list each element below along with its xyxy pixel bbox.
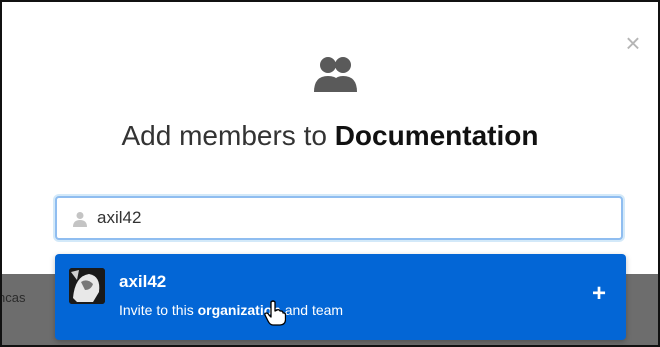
- suggestion-sub-prefix: Invite to this: [119, 302, 198, 318]
- team-name: Documentation: [334, 120, 539, 151]
- add-members-dialog: × Add members to Documentation: [2, 2, 658, 274]
- backdrop-partial-text: ncas: [0, 290, 26, 305]
- suggestion-username: axil42: [119, 272, 167, 291]
- suggestion-item[interactable]: axil42 Invite to this organization and t…: [55, 254, 626, 340]
- close-icon[interactable]: ×: [622, 30, 644, 56]
- suggestion-sub-suffix: and team: [280, 302, 344, 318]
- member-search-input[interactable]: [97, 204, 597, 232]
- user-avatar: [69, 268, 105, 304]
- people-icon: [314, 57, 357, 92]
- dialog-title: Add members to Documentation: [2, 120, 658, 152]
- member-search-field[interactable]: [55, 196, 623, 240]
- suggestion-description: Invite to this organization and team: [119, 302, 343, 318]
- hand-cursor-icon: [264, 300, 286, 326]
- screenshot-frame: ncas × Add members to Documentation axil…: [0, 0, 660, 347]
- dialog-title-prefix: Add members to: [121, 120, 335, 151]
- person-icon: [73, 212, 87, 227]
- add-member-icon[interactable]: +: [592, 282, 606, 306]
- avatar-image: [69, 268, 105, 304]
